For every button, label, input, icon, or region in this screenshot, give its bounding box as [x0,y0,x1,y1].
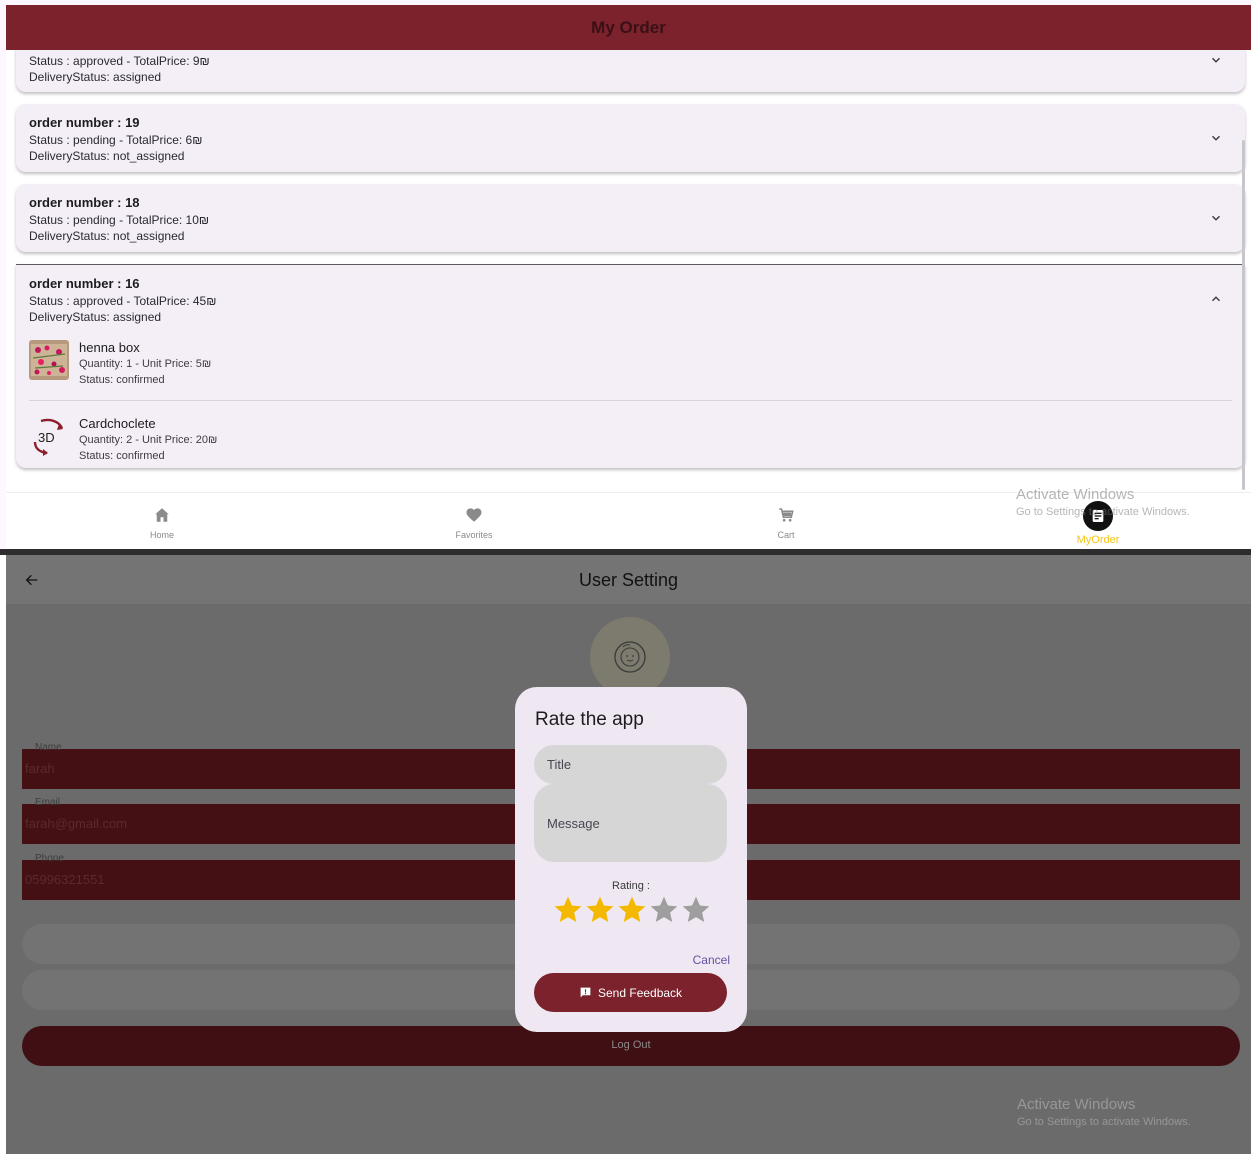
dialog-title: Rate the app [535,709,644,730]
order-number: order number : 16 [29,276,140,291]
watermark-subtitle: Go to Settings to activate Windows. [1017,1116,1191,1128]
send-feedback-button[interactable]: Send Feedback [534,973,727,1012]
item-status-line: Status: confirmed [79,374,165,386]
3d-label: 3D [38,430,55,445]
title-placeholder: Title [547,757,572,772]
chevron-down-icon[interactable] [1209,211,1223,225]
order-status-line: Status : pending - TotalPrice: 6₪ [29,133,203,147]
item-name: henna box [79,340,140,355]
email-label: Email [35,797,61,808]
order-card-expanded[interactable]: order number : 16 Status : approved - To… [16,264,1245,468]
nav-label: Home [149,530,174,540]
rate-app-dialog: Rate the app Title Message Rating : Canc… [515,687,747,1032]
order-number: order number : 19 [29,115,140,130]
app-bar: User Setting [6,555,1251,604]
star-filled-icon[interactable] [584,894,616,926]
order-card[interactable]: order number : 19 Status : pending - Tot… [16,104,1245,172]
star-filled-icon[interactable] [616,894,648,926]
order-delivery-line: DeliveryStatus: assigned [29,310,162,324]
chevron-up-icon[interactable] [1209,292,1223,306]
chevron-down-icon[interactable] [1209,131,1223,145]
scrollbar[interactable] [1242,140,1245,490]
name-label: Name [35,742,62,753]
logout-button[interactable]: Log Out [22,1026,1240,1066]
order-status-line: Status : approved - TotalPrice: 45₪ [29,294,217,308]
order-item: henna box Quantity: 1 - Unit Price: 5₪ S… [29,340,1232,400]
phone-label: Phone [35,853,64,864]
nav-label: MyOrder [1076,534,1120,546]
heart-icon [465,506,483,524]
order-delivery-line: DeliveryStatus: assigned [29,70,162,84]
logout-label: Log Out [611,1039,651,1051]
order-delivery-line: DeliveryStatus: not_assigned [29,229,185,243]
order-status-line: Status : pending - TotalPrice: 10₪ [29,213,210,227]
item-quantity-line: Quantity: 2 - Unit Price: 20₪ [79,434,218,446]
star-empty-icon[interactable] [648,894,680,926]
nav-item-home[interactable]: Home [102,493,222,549]
item-status-line: Status: confirmed [79,450,165,462]
order-card[interactable]: Status : approved - TotalPrice: 9₪ Deliv… [16,50,1245,92]
order-list[interactable]: Status : approved - TotalPrice: 9₪ Deliv… [6,50,1251,492]
order-item: 3D Cardchoclete Quantity: 2 - Unit Price… [29,416,1232,476]
nav-label: Cart [777,530,795,540]
item-divider [29,400,1232,401]
face-avatar-icon [614,641,646,673]
watermark-subtitle: Go to Settings to activate Windows. [1016,506,1190,518]
order-delivery-line: DeliveryStatus: not_assigned [29,149,185,163]
nav-label: Favorites [455,530,493,540]
send-feedback-label: Send Feedback [598,986,683,1000]
chevron-down-icon[interactable] [1209,53,1223,67]
3d-rotate-icon: 3D [29,416,69,456]
order-card[interactable]: order number : 18 Status : pending - Tot… [16,184,1245,252]
avatar[interactable] [590,617,670,697]
item-quantity-line: Quantity: 1 - Unit Price: 5₪ [79,358,212,370]
page-title: User Setting [578,570,679,590]
email-value: farah@gmail.com [25,816,128,831]
windows-activation-watermark: Activate Windows Go to Settings to activ… [1017,1096,1191,1128]
home-icon [153,506,171,524]
rating-label: Rating : [612,880,650,892]
app-bar: My Order [6,5,1251,50]
order-status-line: Status : approved - TotalPrice: 9₪ [29,54,210,68]
message-input[interactable]: Message [534,784,727,862]
title-input[interactable]: Title [534,745,727,784]
nav-item-cart[interactable]: Cart [726,493,846,549]
order-number: order number : 18 [29,195,140,210]
nav-item-favorites[interactable]: Favorites [414,493,534,549]
message-placeholder: Message [547,816,600,831]
feedback-icon [579,986,592,999]
page-title: My Order [591,18,666,37]
henna-box-thumbnail [29,340,69,380]
cancel-button[interactable]: Cancel [693,953,730,967]
name-value: farah [25,761,55,776]
windows-activation-watermark: Activate Windows Go to Settings to activ… [1016,486,1190,518]
cart-icon [777,506,795,524]
watermark-title: Activate Windows [1016,486,1135,503]
star-rating[interactable] [552,894,712,926]
item-name: Cardchoclete [79,416,156,431]
watermark-title: Activate Windows [1017,1096,1136,1113]
my-order-screen: My Order Status : approved - TotalPrice:… [0,0,1251,549]
phone-value: 05996321551 [25,872,105,887]
star-filled-icon[interactable] [552,894,584,926]
star-empty-icon[interactable] [680,894,712,926]
